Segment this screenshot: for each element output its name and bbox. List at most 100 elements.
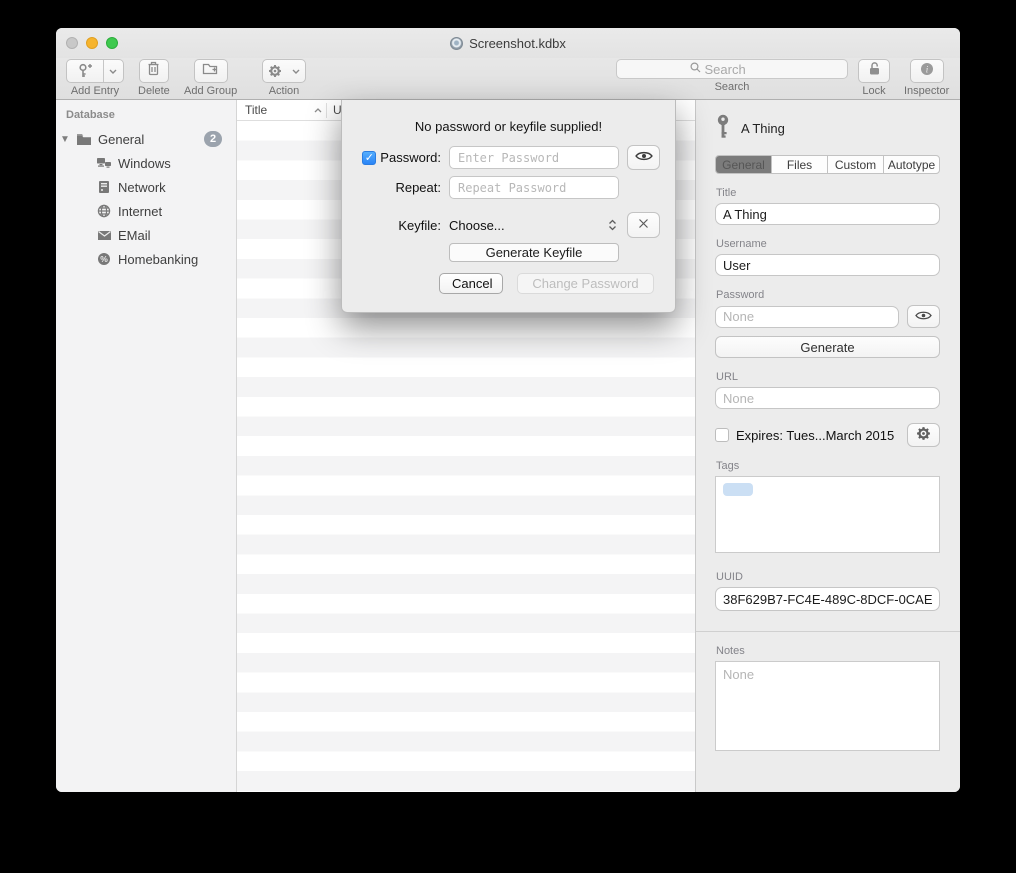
title-input[interactable] [715,203,940,225]
chevron-down-icon[interactable] [104,60,123,82]
username-input[interactable] [715,254,940,276]
info-icon: i [920,62,934,81]
eye-icon [635,149,653,167]
lock-button[interactable] [858,59,890,83]
notes-field-label: Notes [716,645,940,657]
titlebar: Screenshot.kdbx [56,28,960,58]
notes-textarea[interactable] [715,661,940,751]
uuid-input[interactable] [715,587,940,611]
column-title-label: Title [245,103,267,117]
windows-icon [94,157,114,170]
change-password-sheet: No password or keyfile supplied! ✓ Passw… [341,100,676,313]
repeat-password-input[interactable] [449,176,619,199]
envelope-icon [94,230,114,241]
globe-icon [94,204,114,218]
url-input[interactable] [715,387,940,409]
sidebar-item-homebanking[interactable]: % Homebanking [56,247,236,271]
password-field-label: Password [716,289,940,301]
tags-box[interactable] [715,476,940,553]
password-input[interactable] [715,306,899,328]
svg-text:%: % [100,254,108,264]
trash-icon [147,61,160,81]
tab-files[interactable]: Files [772,156,828,173]
sidebar-item-network[interactable]: Network [56,175,236,199]
toolbar: Add Entry Delete Add Group [56,58,960,100]
group-label: General [98,132,144,147]
keyfile-label: Keyfile: [398,218,441,233]
search-input[interactable] [705,62,775,77]
repeat-label: Repeat: [395,180,441,195]
toolbar-item-add-group: Add Group [184,59,237,97]
add-entry-button[interactable] [66,59,124,83]
expires-label: Expires: Tues...March 2015 [736,428,907,443]
group-label: Homebanking [118,252,198,267]
disclosure-triangle-icon[interactable]: ▼ [56,134,74,145]
folder-plus-icon [202,62,219,81]
group-label: Windows [118,156,171,171]
sidebar-item-email[interactable]: EMail [56,223,236,247]
keyfile-popup[interactable]: Choose... [449,218,619,233]
sidebar-item-general[interactable]: ▼ General 2 [56,127,236,151]
add-group-button[interactable] [194,59,228,83]
entry-title: A Thing [741,121,785,136]
sidebar-item-internet[interactable]: Internet [56,199,236,223]
title-field-label: Title [716,187,940,199]
url-field-label: URL [716,371,940,383]
generate-password-button[interactable]: Generate [715,336,940,358]
toolbar-item-action: Action [262,59,306,97]
window-title: Screenshot.kdbx [469,36,566,51]
sheet-warning-message: No password or keyfile supplied! [342,119,675,134]
keyfile-popup-value: Choose... [449,218,505,233]
cancel-button[interactable]: Cancel [439,273,503,294]
add-entry-label: Add Entry [71,85,119,97]
password-row: ✓ Password: [342,145,675,170]
expires-checkbox[interactable] [715,428,729,442]
entry-count-badge: 2 [204,131,222,147]
add-group-label: Add Group [184,85,237,97]
expires-options-button[interactable] [907,423,940,447]
document-icon [450,37,463,50]
search-field[interactable] [616,59,848,79]
group-label: Internet [118,204,162,219]
tab-autotype[interactable]: Autotype [884,156,939,173]
delete-button[interactable] [139,59,169,83]
stepper-icon [608,219,617,231]
unlock-icon [868,61,881,81]
change-password-button[interactable]: Change Password [517,273,654,294]
tab-general[interactable]: General [716,156,772,173]
search-label: Search [715,81,750,93]
enter-password-input[interactable] [449,146,619,169]
close-x-icon [638,216,649,234]
column-header-title[interactable]: Title [237,103,326,117]
inspector-label: Inspector [904,85,949,97]
uuid-field-label: UUID [716,571,940,583]
tags-field-label: Tags [716,460,940,472]
repeat-row: Repeat: [342,176,675,199]
show-password-button[interactable] [627,145,660,170]
inspector-button[interactable]: i [910,59,944,83]
action-button[interactable] [262,59,306,83]
server-icon [94,180,114,194]
sidebar-item-windows[interactable]: Windows [56,151,236,175]
tab-custom[interactable]: Custom [828,156,884,173]
group-label: Network [118,180,166,195]
gear-icon [263,60,288,82]
reveal-password-button[interactable] [907,305,940,328]
tag-token[interactable] [723,483,753,496]
inspector-panel: A Thing General Files Custom Autotype Ti… [695,100,960,792]
keyfile-row: Keyfile: Choose... [342,212,675,238]
column-header-username[interactable]: U [327,103,342,117]
generate-keyfile-button[interactable]: Generate Keyfile [449,243,619,262]
chevron-down-icon[interactable] [288,60,305,82]
action-label: Action [269,85,300,97]
delete-label: Delete [138,85,170,97]
toolbar-item-delete: Delete [138,59,170,97]
window-title-area: Screenshot.kdbx [56,28,960,58]
inspector-divider [696,631,960,632]
clear-keyfile-button[interactable] [627,212,660,238]
toolbar-item-search: Search [616,59,848,93]
toolbar-item-lock: Lock [858,59,890,97]
group-label: EMail [118,228,151,243]
password-checkbox[interactable]: ✓ [362,151,376,165]
expires-row: Expires: Tues...March 2015 [715,423,940,447]
